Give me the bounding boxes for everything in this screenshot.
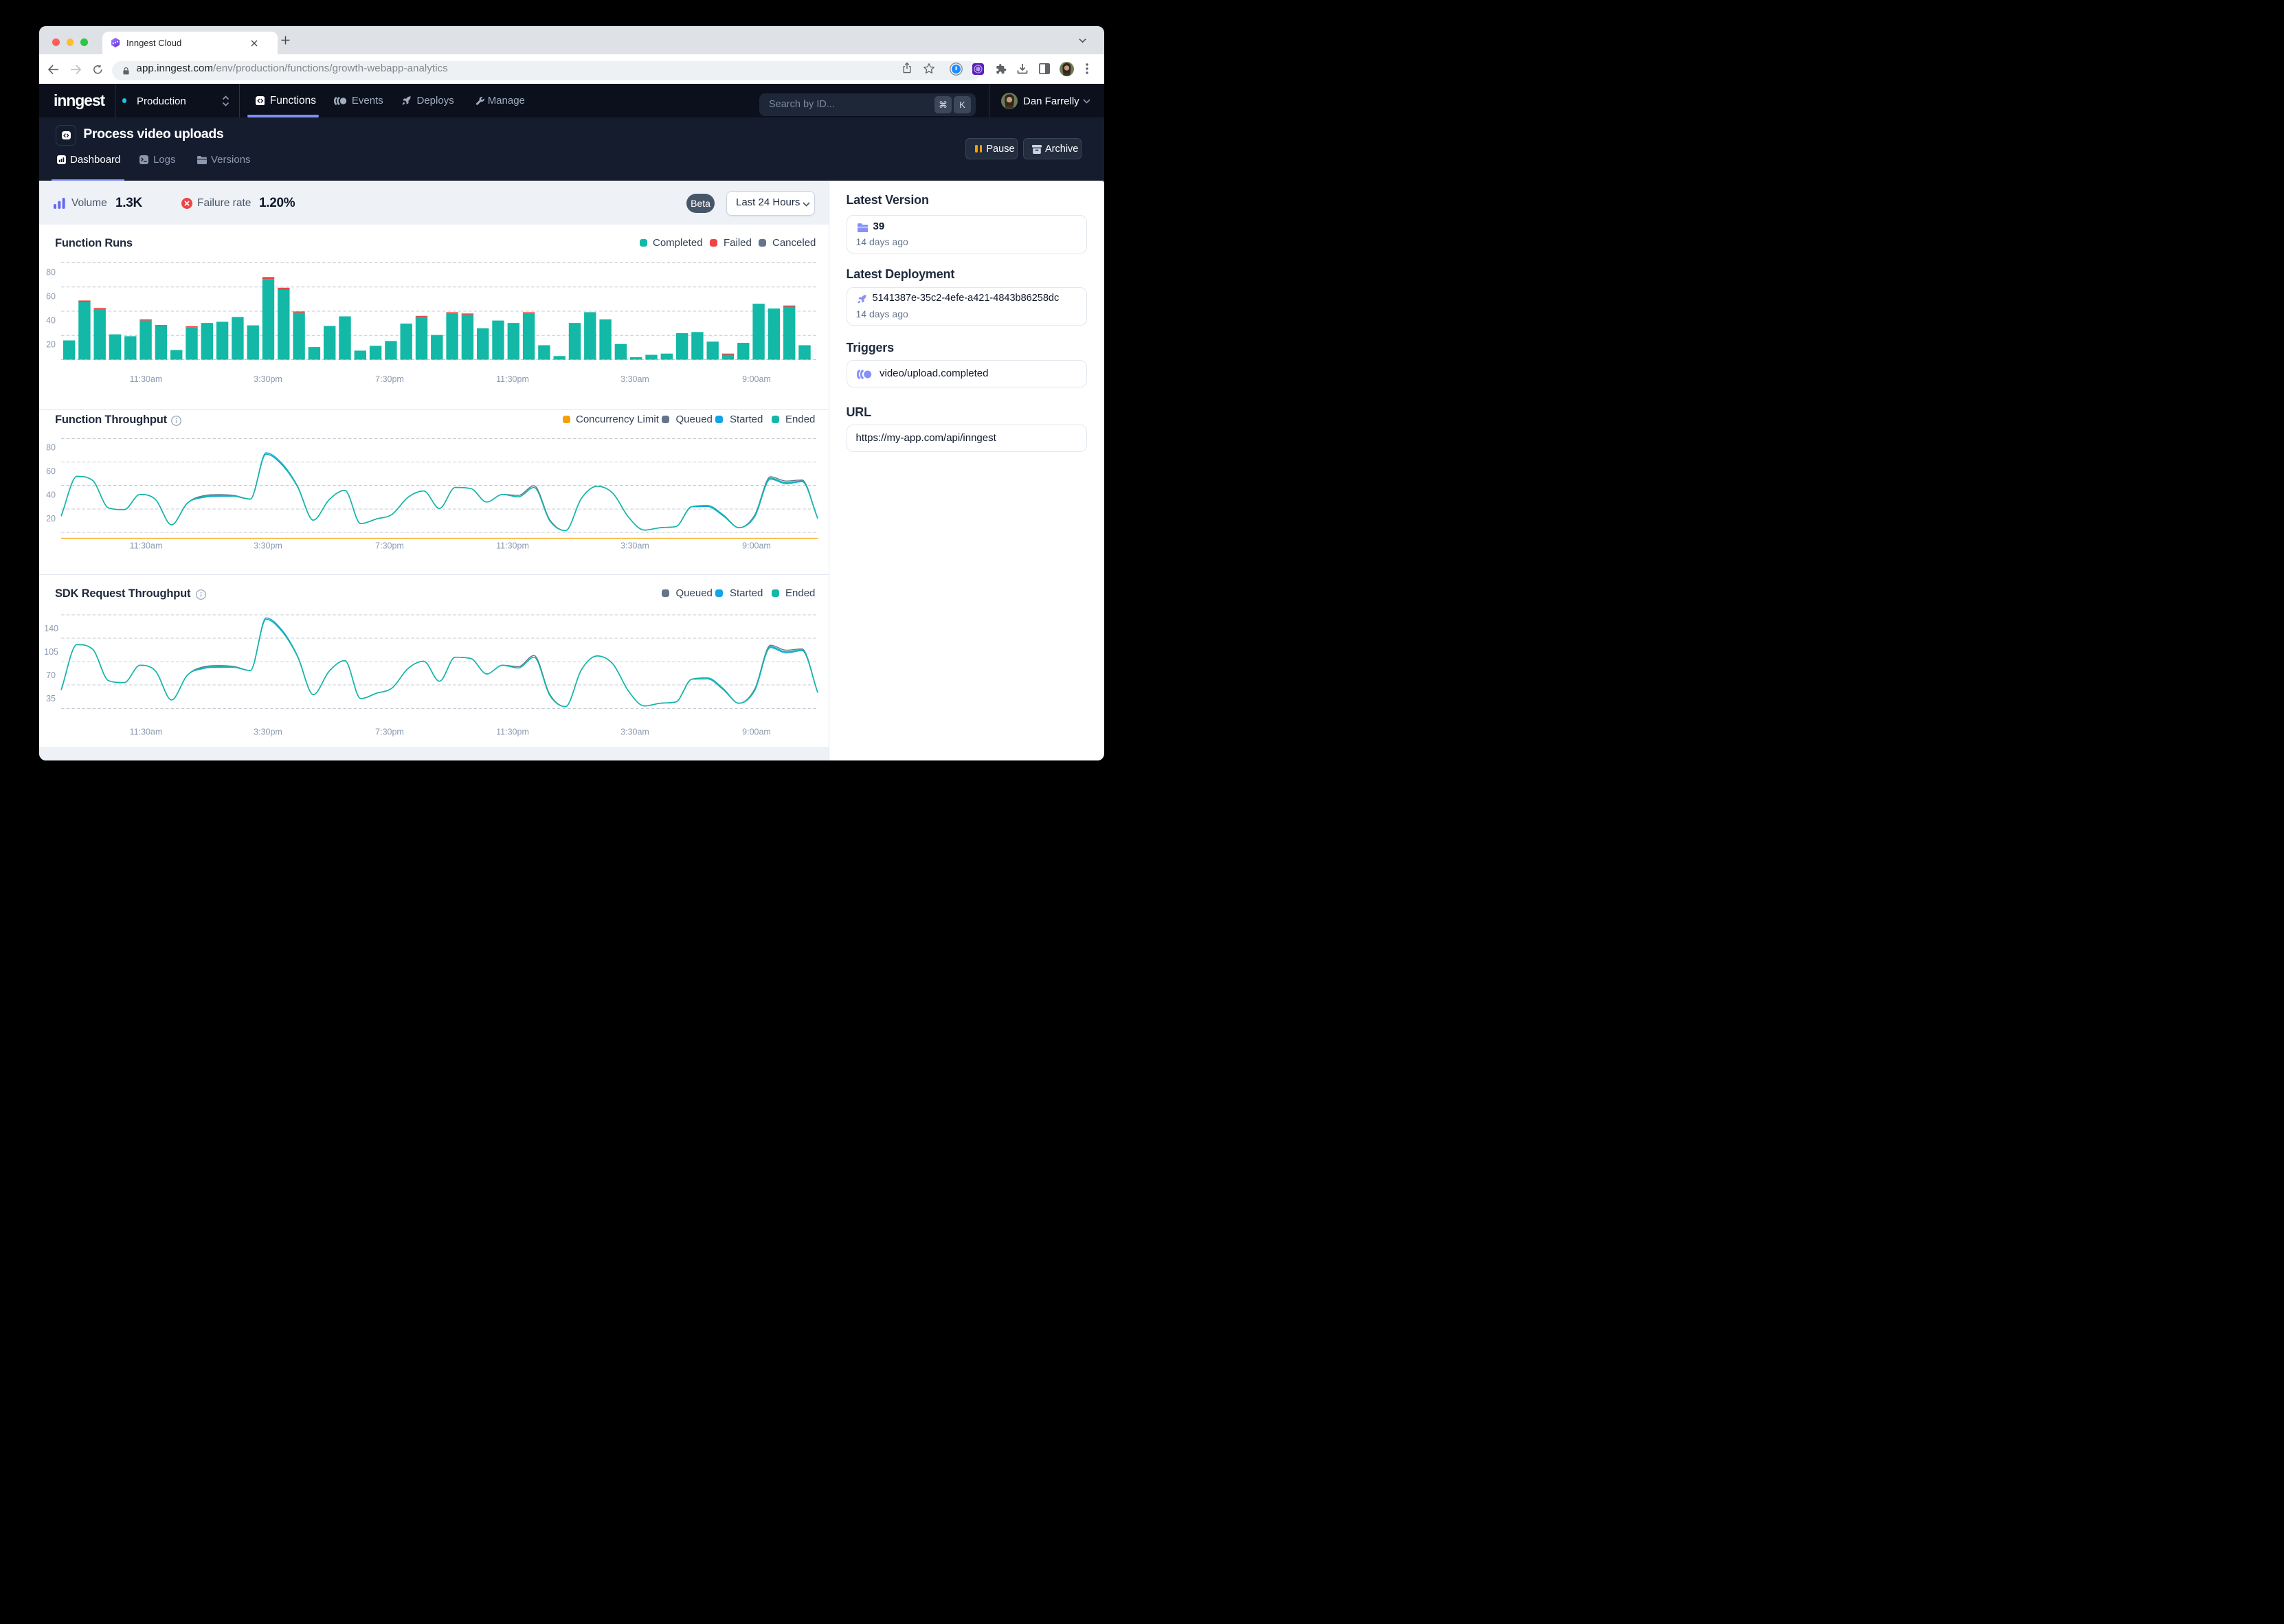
svg-text:80: 80 — [46, 442, 56, 452]
svg-text:60: 60 — [46, 291, 56, 301]
svg-text:9:00am: 9:00am — [742, 541, 771, 550]
svg-text:3:30pm: 3:30pm — [254, 727, 282, 736]
svg-text:11:30am: 11:30am — [130, 374, 163, 384]
svg-text:11:30pm: 11:30pm — [496, 727, 529, 736]
svg-text:105: 105 — [44, 647, 58, 657]
svg-text:7:30pm: 7:30pm — [375, 727, 404, 736]
svg-text:11:30am: 11:30am — [130, 541, 163, 550]
svg-text:3:30pm: 3:30pm — [254, 374, 282, 384]
svg-text:3:30pm: 3:30pm — [254, 541, 282, 550]
svg-text:20: 20 — [46, 339, 56, 349]
svg-text:40: 40 — [46, 315, 56, 325]
svg-text:3:30am: 3:30am — [620, 374, 649, 384]
svg-text:70: 70 — [46, 670, 56, 680]
svg-text:11:30am: 11:30am — [130, 727, 163, 736]
svg-text:11:30pm: 11:30pm — [496, 541, 529, 550]
svg-text:9:00am: 9:00am — [742, 374, 771, 384]
svg-text:35: 35 — [46, 694, 56, 703]
svg-text:7:30pm: 7:30pm — [375, 541, 404, 550]
svg-text:9:00am: 9:00am — [742, 727, 771, 736]
svg-text:40: 40 — [46, 490, 56, 499]
svg-text:140: 140 — [44, 624, 58, 633]
svg-text:11:30pm: 11:30pm — [496, 374, 529, 384]
svg-text:80: 80 — [46, 267, 56, 277]
svg-text:7:30pm: 7:30pm — [375, 374, 404, 384]
svg-text:3:30am: 3:30am — [620, 541, 649, 550]
svg-text:60: 60 — [46, 466, 56, 476]
svg-text:20: 20 — [46, 514, 56, 523]
svg-text:3:30am: 3:30am — [620, 727, 649, 736]
